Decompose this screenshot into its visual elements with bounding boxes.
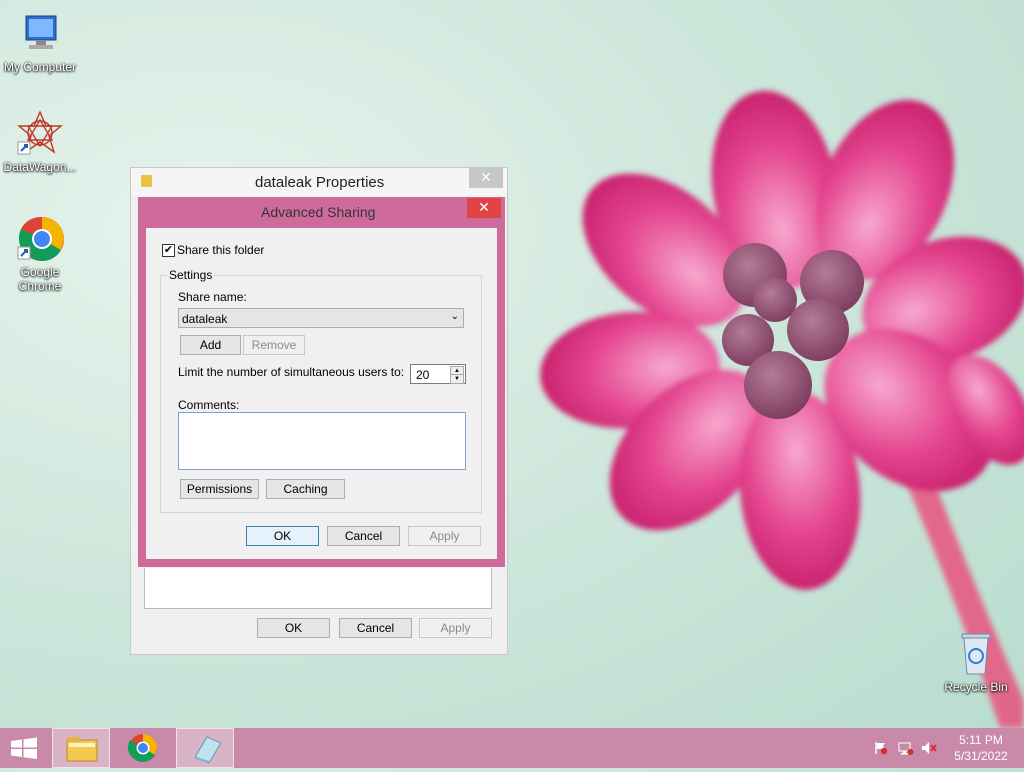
desktop-icon-label: DataWagon... <box>3 160 77 174</box>
clock[interactable]: 5:11 PM 5/31/2022 <box>948 732 1014 764</box>
notepad-icon <box>194 736 222 764</box>
chrome-icon <box>16 215 64 263</box>
recycle-bin-icon <box>952 630 1000 678</box>
desktop-icon-recycle-bin[interactable]: Recycle Bin <box>936 630 1016 694</box>
folder-icon <box>66 737 98 762</box>
advanced-sharing-close-button[interactable]: ✕ <box>467 198 501 218</box>
desktop-icon-label: Google Chrome <box>18 265 62 293</box>
properties-titlebar: dataleak Properties ✕ <box>131 168 507 196</box>
desktop-icon-datawagon[interactable]: DataWagon... <box>0 110 80 174</box>
settings-group-label: Settings <box>167 268 215 282</box>
action-center-flag-icon[interactable] <box>874 741 888 755</box>
ok-button[interactable]: OK <box>246 526 319 546</box>
datawagon-icon <box>16 110 64 158</box>
share-folder-checkbox[interactable]: ✔ <box>162 244 175 257</box>
desktop-icon-label: My Computer <box>3 60 77 74</box>
advanced-sharing-dialog: Advanced Sharing ✕ ✔ Share this folder S… <box>138 197 505 567</box>
apply-button: Apply <box>408 526 481 546</box>
clock-time: 5:11 PM <box>959 733 1003 747</box>
limit-users-value: 20 <box>416 368 430 382</box>
share-name-dropdown[interactable]: dataleak ⌄ <box>178 308 464 328</box>
windows-logo-icon <box>11 737 37 759</box>
properties-ok-button[interactable]: OK <box>257 618 330 638</box>
permissions-button[interactable]: Permissions <box>180 479 259 499</box>
cancel-button[interactable]: Cancel <box>327 526 400 546</box>
comments-textarea[interactable] <box>178 412 466 470</box>
clock-date: 5/31/2022 <box>954 749 1008 763</box>
desktop-icon-label: Recycle Bin <box>944 680 1008 694</box>
advanced-sharing-titlebar: Advanced Sharing ✕ <box>138 197 505 227</box>
taskbar-file-explorer[interactable] <box>52 728 110 768</box>
comments-label: Comments: <box>178 398 240 412</box>
taskbar-chrome[interactable] <box>114 728 172 768</box>
limit-users-spinner[interactable]: 20 ▲ ▼ <box>410 364 466 384</box>
start-button[interactable] <box>0 728 48 768</box>
add-button[interactable]: Add <box>180 335 241 355</box>
taskbar: 5:11 PM 5/31/2022 <box>0 728 1024 768</box>
limit-users-label: Limit the number of simultaneous users t… <box>178 365 405 379</box>
folder-icon <box>141 175 152 187</box>
desktop-icon-my-computer[interactable]: My Computer <box>0 10 80 74</box>
properties-title: dataleak Properties <box>255 174 385 191</box>
properties-apply-button: Apply <box>419 618 492 638</box>
remove-button: Remove <box>243 335 305 355</box>
properties-content-box <box>144 568 492 609</box>
advanced-sharing-client: ✔ Share this folder Settings Share name:… <box>146 228 497 559</box>
properties-cancel-button[interactable]: Cancel <box>339 618 412 638</box>
spinner-down-icon[interactable]: ▼ <box>450 374 464 384</box>
chevron-down-icon: ⌄ <box>450 311 459 322</box>
volume-muted-icon[interactable] <box>921 740 937 756</box>
share-folder-label[interactable]: Share this folder <box>177 243 264 257</box>
chrome-icon <box>127 734 157 762</box>
advanced-sharing-title: Advanced Sharing <box>261 204 376 220</box>
share-name-label: Share name: <box>178 290 247 304</box>
desktop-icon-google-chrome[interactable]: Google Chrome <box>0 215 80 293</box>
computer-icon <box>16 10 64 58</box>
caching-button[interactable]: Caching <box>266 479 345 499</box>
taskbar-notepad[interactable] <box>176 728 234 768</box>
network-icon[interactable] <box>898 740 914 756</box>
properties-close-button[interactable]: ✕ <box>469 168 503 188</box>
share-name-value: dataleak <box>182 312 228 326</box>
